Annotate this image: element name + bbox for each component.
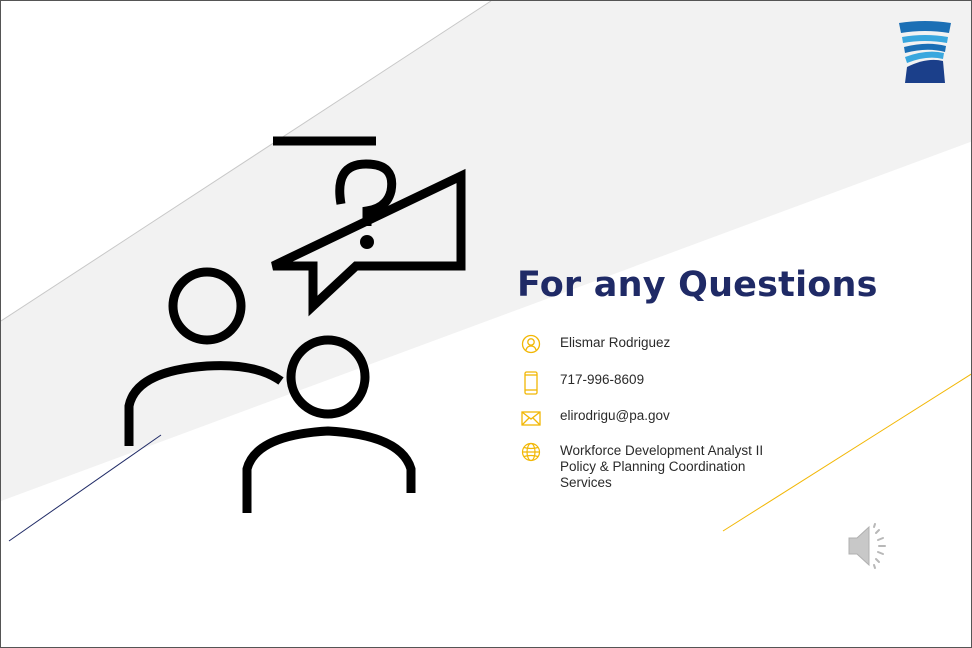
people-question-icon xyxy=(124,136,466,513)
contact-phone: 717-996-8609 xyxy=(560,372,645,387)
role-line: Policy & Planning Coordination xyxy=(560,459,746,474)
contact-role: Workforce Development Analyst II Policy … xyxy=(560,443,763,491)
contact-phone-row: 717-996-8609 xyxy=(521,371,645,395)
slide: For any Questions Elismar Rodriguez 717-… xyxy=(0,0,972,648)
mail-icon xyxy=(521,411,541,426)
contact-name: Elismar Rodriguez xyxy=(560,335,671,350)
speaker-icon[interactable] xyxy=(843,521,903,571)
role-line: Workforce Development Analyst II xyxy=(560,443,764,458)
person-icon xyxy=(521,334,541,354)
keystone-logo xyxy=(899,21,951,83)
contact-email-row: elirodrigu@pa.gov xyxy=(521,408,670,427)
phone-icon xyxy=(524,371,538,395)
role-line: Services xyxy=(560,475,612,490)
contact-name-row: Elismar Rodriguez xyxy=(521,334,671,354)
globe-icon xyxy=(521,442,541,462)
page-title: For any Questions xyxy=(517,265,878,305)
contact-email[interactable]: elirodrigu@pa.gov xyxy=(560,408,670,424)
contact-role-row: Workforce Development Analyst II Policy … xyxy=(521,442,763,491)
